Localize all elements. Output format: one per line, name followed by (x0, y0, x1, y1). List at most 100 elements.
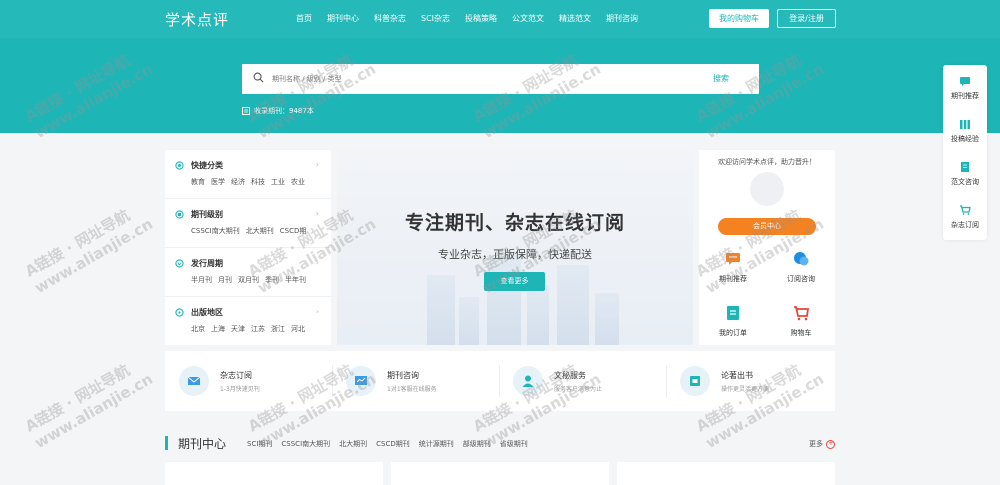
category-link[interactable]: 科技 (251, 177, 265, 187)
category-link[interactable]: 双月刊 (238, 275, 259, 285)
service-journal-consult[interactable]: 期刊咨询 1对1客服在线服务 (332, 351, 499, 411)
nav-home[interactable]: 首页 (296, 13, 312, 24)
journal-center-header: 期刊中心 SCI期刊 CSSCI南大期刊 北大期刊 CSCD期刊 统计源期刊 部… (165, 433, 835, 453)
cart-button[interactable]: 我的购物车 (709, 9, 769, 28)
category-quick[interactable]: 快捷分类 › 教育 医学 经济 科技 工业 农业 (165, 150, 331, 199)
login-button[interactable]: 登录/注册 (777, 9, 836, 28)
category-panel: 快捷分类 › 教育 医学 经济 科技 工业 农业 期刊级别 › CSSCI南大期… (165, 150, 331, 345)
tab-statistics[interactable]: 统计源期刊 (419, 439, 454, 449)
journal-count: 收录期刊：9487本 (242, 106, 314, 116)
tab-pku[interactable]: 北大期刊 (339, 439, 367, 449)
section-accent-bar (165, 436, 168, 450)
journal-tabs: SCI期刊 CSSCI南大期刊 北大期刊 CSCD期刊 统计源期刊 部级期刊 省… (247, 439, 537, 449)
welcome-text: 欢迎访问学术点评，助力晋升！ (718, 158, 816, 166)
toolbar-journal-recommend[interactable]: 期刊推荐 (943, 67, 987, 110)
book-icon (242, 107, 250, 115)
service-name: 杂志订阅 (220, 371, 252, 380)
category-link[interactable]: 河北 (291, 324, 305, 334)
main-nav: 首页 期刊中心 科普杂志 SCI杂志 投稿策略 公文范文 精选范文 期刊咨询 (296, 13, 653, 24)
category-link[interactable]: 北京 (191, 324, 205, 334)
service-secretary[interactable]: 文秘服务 服务客户满意为止 (499, 351, 666, 411)
search-input[interactable] (272, 72, 672, 86)
location-icon (175, 308, 184, 317)
section-title: 期刊中心 (178, 437, 227, 451)
category-link[interactable]: 半年刊 (285, 275, 306, 285)
category-link[interactable]: 季刊 (265, 275, 279, 285)
banner-title: 专注期刊、杂志在线订阅 (404, 212, 625, 234)
toolbar-label: 投稿经验 (951, 135, 979, 143)
service-magazine-subscribe[interactable]: 杂志订阅 1-3月快速见刊 (165, 351, 332, 411)
category-link[interactable]: 上海 (211, 324, 225, 334)
category-link[interactable]: 医学 (211, 177, 225, 187)
user-link-journal-recommend[interactable]: 期刊推荐 (699, 250, 767, 284)
nav-journal-center[interactable]: 期刊中心 (327, 13, 359, 24)
building-graphic (459, 297, 479, 345)
right-toolbar: 期刊推荐 投稿经验 范文咨询 杂志订阅 (943, 65, 987, 240)
level-icon (175, 210, 184, 219)
category-link[interactable]: 江苏 (251, 324, 265, 334)
nav-sci[interactable]: SCI杂志 (421, 13, 450, 24)
chevron-right-icon: › (315, 209, 319, 218)
journal-card[interactable] (617, 462, 835, 485)
category-link[interactable]: 天津 (231, 324, 245, 334)
building-graphic (487, 255, 521, 345)
service-desc: 操作更灵活更方便 (721, 386, 770, 393)
tab-cssci[interactable]: CSSCI南大期刊 (281, 439, 330, 449)
journal-card[interactable] (391, 462, 609, 485)
chart-board-icon (355, 376, 367, 385)
building-graphic (557, 265, 589, 345)
tab-provincial[interactable]: 省级期刊 (500, 439, 528, 449)
avatar (750, 172, 784, 206)
user-link-label: 我的订单 (719, 329, 747, 337)
member-center-button[interactable]: 会员中心 (718, 218, 816, 235)
user-link-subscribe-consult[interactable]: 订阅咨询 (767, 250, 835, 284)
category-link[interactable]: CSCD期 (280, 226, 307, 236)
category-cycle[interactable]: 发行周期 › 半月刊 月刊 双月刊 季刊 半年刊 (165, 248, 331, 297)
banner-subtitle: 专业杂志，正版保障，快递配送 (438, 248, 592, 261)
document-icon (961, 162, 969, 172)
nav-official-docs[interactable]: 公文范文 (512, 13, 544, 24)
category-level[interactable]: 期刊级别 › CSSCI南大期刊 北大期刊 CSCD期 (165, 199, 331, 248)
more-link[interactable]: 更多 (809, 439, 835, 449)
category-link[interactable]: 月刊 (218, 275, 232, 285)
category-link[interactable]: 北大期刊 (246, 226, 274, 236)
category-region[interactable]: 出版地区 › 北京 上海 天津 江苏 浙江 河北 (165, 297, 331, 346)
service-publish-book[interactable]: 论著出书 操作更灵活更方便 (666, 351, 833, 411)
cycle-icon (175, 259, 184, 268)
journal-card[interactable] (165, 462, 383, 485)
service-desc: 1-3月快速见刊 (220, 386, 260, 393)
toolbar-essay-consult[interactable]: 范文咨询 (943, 153, 987, 196)
nav-popular-science[interactable]: 科普杂志 (374, 13, 406, 24)
user-link-cart[interactable]: 购物车 (767, 304, 835, 338)
view-more-button[interactable]: 查看更多 (484, 272, 545, 291)
circle-dot-icon (175, 161, 184, 170)
nav-selected-essays[interactable]: 精选范文 (559, 13, 591, 24)
category-title: 快捷分类 (191, 161, 223, 170)
user-card: 欢迎访问学术点评，助力晋升！ 会员中心 期刊推荐 订阅咨询 我的订单 购物车 (699, 150, 835, 345)
category-link[interactable]: 工业 (271, 177, 285, 187)
category-link[interactable]: 浙江 (271, 324, 285, 334)
search-bar: 搜索 (242, 64, 759, 94)
category-link[interactable]: 教育 (191, 177, 205, 187)
tab-cscd[interactable]: CSCD期刊 (376, 439, 410, 449)
toolbar-magazine-subscribe[interactable]: 杂志订阅 (943, 196, 987, 239)
site-logo[interactable]: 学术点评 (165, 9, 229, 30)
service-name: 期刊咨询 (387, 371, 419, 380)
books-icon (960, 120, 970, 129)
nav-submission-strategy[interactable]: 投稿策略 (465, 13, 497, 24)
tab-ministry[interactable]: 部级期刊 (463, 439, 491, 449)
category-link[interactable]: 半月刊 (191, 275, 212, 285)
promo-banner[interactable]: 专注期刊、杂志在线订阅 专业杂志，正版保障，快递配送 查看更多 (337, 150, 693, 345)
chevron-right-icon: › (315, 258, 319, 267)
nav-journal-consult[interactable]: 期刊咨询 (606, 13, 638, 24)
toolbar-submission-experience[interactable]: 投稿经验 (943, 110, 987, 153)
user-link-my-orders[interactable]: 我的订单 (699, 304, 767, 338)
building-graphic (427, 275, 455, 345)
clipboard-icon (727, 306, 739, 320)
category-link[interactable]: CSSCI南大期刊 (191, 226, 240, 236)
search-button[interactable]: 搜索 (713, 73, 729, 84)
category-link[interactable]: 农业 (291, 177, 305, 187)
tab-sci[interactable]: SCI期刊 (247, 439, 272, 449)
category-title: 期刊级别 (191, 210, 223, 219)
category-link[interactable]: 经济 (231, 177, 245, 187)
